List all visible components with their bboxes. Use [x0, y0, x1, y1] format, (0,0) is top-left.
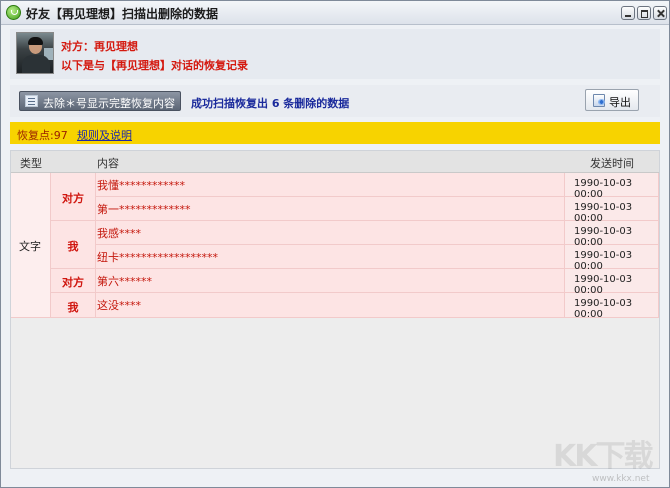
rules-link[interactable]: 规则及说明	[77, 127, 132, 143]
table-row[interactable]: 第六******	[96, 269, 565, 293]
recovered-messages-table: 类型 内容 发送时间 文字 对方 我懂************ 1990-10-…	[10, 150, 660, 469]
minimize-button[interactable]	[621, 6, 635, 20]
message-content: 第六******	[97, 275, 152, 288]
recovery-points: 恢复点:97	[17, 129, 68, 142]
remove-asterisk-button[interactable]: 去除＊号显示完整恢复内容	[19, 91, 181, 111]
sender-cell: 我	[51, 221, 96, 269]
contact-name: 对方：再见理想	[61, 40, 138, 53]
message-content: 我感****	[97, 227, 141, 240]
avatar	[16, 32, 54, 74]
close-button[interactable]	[653, 6, 667, 20]
message-content: 我懂************	[97, 179, 185, 192]
export-button[interactable]: 导出	[585, 89, 639, 111]
column-header-type: 类型	[20, 157, 42, 170]
table-row[interactable]: 我懂************	[96, 173, 565, 197]
watermark-url: www.kkx.net	[592, 474, 650, 484]
remove-asterisk-label: 去除＊号显示完整恢复内容	[43, 97, 175, 110]
maximize-button[interactable]	[637, 6, 651, 20]
sender-label: 我	[67, 240, 79, 253]
message-time-cell: 1990-10-03 00:00	[565, 293, 659, 320]
sender-cell: 对方	[51, 173, 96, 221]
app-window: 好友【再见理想】扫描出删除的数据 对方：再见理想 以下是与【再见理想】对话的恢复…	[0, 0, 670, 488]
message-time-cell: 1990-10-03 00:00	[565, 221, 659, 248]
list-icon	[25, 95, 38, 107]
export-icon	[593, 94, 605, 107]
export-label: 导出	[609, 96, 631, 109]
app-logo-icon	[6, 5, 21, 20]
toolbar: 去除＊号显示完整恢复内容 成功扫描恢复出 6 条删除的数据 导出	[10, 85, 660, 117]
message-time-cell: 1990-10-03 00:00	[565, 197, 659, 224]
message-time-cell: 1990-10-03 00:00	[565, 269, 659, 296]
sender-cell: 我	[51, 293, 96, 318]
table-row[interactable]: 第一*************	[96, 197, 565, 221]
table-row[interactable]: 我感****	[96, 221, 565, 245]
contact-info-panel: 对方：再见理想 以下是与【再见理想】对话的恢复记录	[10, 29, 660, 79]
message-time: 1990-10-03 00:00	[574, 298, 633, 320]
message-content: 这没****	[97, 299, 141, 312]
message-time-cell: 1990-10-03 00:00	[565, 173, 659, 200]
record-description: 以下是与【再见理想】对话的恢复记录	[61, 59, 248, 72]
sender-label: 对方	[62, 276, 84, 289]
type-cell: 文字	[11, 173, 51, 318]
message-time-cell: 1990-10-03 00:00	[565, 245, 659, 272]
type-value: 文字	[19, 240, 41, 253]
table-row[interactable]: 纽卡******************	[96, 245, 565, 269]
column-header-content: 内容	[97, 157, 119, 170]
sender-cell: 对方	[51, 269, 96, 293]
sender-label: 对方	[62, 192, 84, 205]
message-content: 第一*************	[97, 203, 191, 216]
table-row[interactable]: 这没****	[96, 293, 565, 318]
column-header-time: 发送时间	[590, 157, 634, 170]
table-header: 类型 内容 发送时间	[11, 151, 659, 173]
scan-status-text: 成功扫描恢复出 6 条删除的数据	[191, 97, 350, 110]
watermark-logo: KK下载	[553, 439, 653, 474]
notice-bar: 恢复点:97 规则及说明	[10, 122, 660, 144]
message-content: 纽卡******************	[97, 251, 218, 264]
title-bar: 好友【再见理想】扫描出删除的数据	[1, 1, 669, 25]
window-title: 好友【再见理想】扫描出删除的数据	[26, 7, 219, 21]
sender-label: 我	[67, 301, 79, 314]
